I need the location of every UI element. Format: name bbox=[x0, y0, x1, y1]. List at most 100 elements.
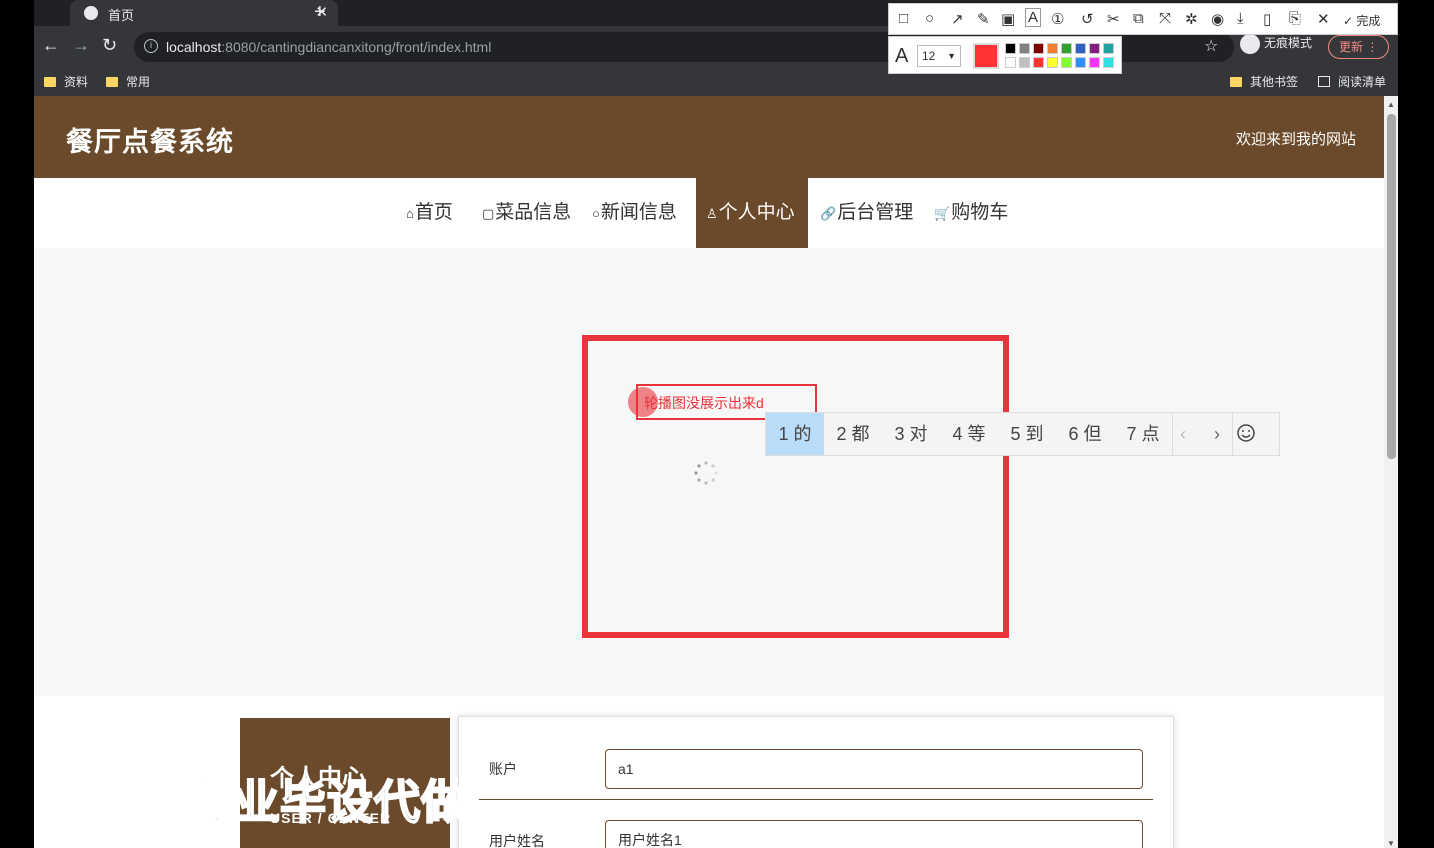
scissors-icon[interactable]: ✂ bbox=[1107, 10, 1120, 28]
record-icon[interactable]: ◉ bbox=[1211, 10, 1224, 28]
nav-label: 首页 bbox=[414, 202, 453, 223]
field-label-username: 用户姓名 bbox=[489, 833, 545, 848]
ime-candidate[interactable]: 7 点 bbox=[1114, 413, 1172, 455]
number-tool-icon[interactable]: ① bbox=[1051, 10, 1064, 28]
nav-cart[interactable]: 🛒购物车 bbox=[928, 178, 1014, 248]
divider bbox=[479, 799, 1153, 800]
color-swatch[interactable] bbox=[1019, 57, 1030, 68]
mosaic-tool-icon[interactable]: ▣ bbox=[1001, 10, 1015, 28]
color-swatch[interactable] bbox=[1047, 43, 1058, 54]
scroll-up-icon[interactable]: ▲ bbox=[1387, 100, 1395, 109]
color-swatch[interactable] bbox=[1061, 43, 1072, 54]
nav-label: 菜品信息 bbox=[495, 202, 572, 223]
personal-center-section: 个人中心 USER / CENTER 账户 a1 用户姓名 用户姓名1 专业毕设… bbox=[34, 696, 1384, 848]
ime-candidate[interactable]: 1 的 bbox=[766, 413, 824, 455]
cancel-icon[interactable]: ✕ bbox=[1317, 10, 1330, 28]
scroll-down-icon[interactable]: ▼ bbox=[1387, 839, 1395, 848]
browser-tab[interactable]: 首页 ✕ bbox=[70, 0, 338, 26]
pen-tool-icon[interactable]: ✎ bbox=[977, 10, 990, 28]
color-swatch[interactable] bbox=[1089, 57, 1100, 68]
nav-news[interactable]: ○新闻信息 bbox=[586, 178, 683, 248]
site-brand[interactable]: 餐厅点餐系统 bbox=[66, 120, 234, 159]
ellipse-tool-icon[interactable]: ○ bbox=[925, 10, 934, 27]
current-color-swatch[interactable] bbox=[973, 43, 999, 69]
username-input[interactable]: 用户姓名1 bbox=[605, 820, 1143, 848]
url-host: localhost bbox=[166, 39, 222, 55]
screen: 首页 ✕ + ← → ↻ i localhost:8080/cantingdia… bbox=[0, 0, 1434, 848]
save-bookmark-icon[interactable]: ⎘ bbox=[1289, 10, 1301, 27]
home-icon: ⌂ bbox=[406, 206, 414, 221]
color-swatch[interactable] bbox=[1033, 43, 1044, 54]
undo-icon[interactable]: ↺ bbox=[1081, 10, 1094, 28]
color-swatch[interactable] bbox=[1089, 43, 1100, 54]
color-swatch[interactable] bbox=[1019, 43, 1030, 54]
chevron-left-icon[interactable]: ‹ bbox=[1180, 413, 1186, 455]
incognito-indicator[interactable]: 无痕模式 bbox=[1240, 34, 1312, 54]
text-tool-icon[interactable]: A bbox=[1025, 8, 1042, 27]
url-text: localhost:8080/cantingdiancanxitong/fron… bbox=[166, 39, 491, 55]
bookmark-folder[interactable]: 资料 bbox=[44, 73, 88, 90]
ime-candidate[interactable]: 6 但 bbox=[1056, 413, 1114, 455]
ime-candidate[interactable]: 5 到 bbox=[998, 413, 1056, 455]
reload-icon[interactable]: ↻ bbox=[102, 35, 117, 56]
nav-personal-center[interactable]: ♙个人中心 bbox=[696, 178, 808, 248]
nav-home[interactable]: ⌂首页 bbox=[400, 178, 459, 248]
user-icon: ♙ bbox=[706, 206, 718, 221]
bookmark-star-icon[interactable]: ☆ bbox=[1204, 36, 1218, 56]
color-swatch[interactable] bbox=[1075, 57, 1086, 68]
bookmark-label: 常用 bbox=[126, 75, 151, 89]
bookmark-folder[interactable]: 常用 bbox=[106, 73, 150, 90]
nav-dishes[interactable]: ▢菜品信息 bbox=[476, 178, 577, 248]
ocr-icon[interactable]: ⧉ bbox=[1133, 10, 1144, 27]
ime-candidate[interactable]: 3 对 bbox=[882, 413, 940, 455]
account-input[interactable]: a1 bbox=[605, 749, 1143, 789]
annotation-rectangle[interactable] bbox=[582, 335, 1009, 638]
ime-candidate[interactable]: 4 等 bbox=[940, 413, 998, 455]
download-icon[interactable]: ⤓ bbox=[1237, 10, 1244, 27]
globe-icon bbox=[84, 6, 98, 20]
back-icon[interactable]: ← bbox=[42, 35, 60, 56]
web-page: 餐厅点餐系统 欢迎来到我的网站 ⌂首页 ▢菜品信息 ○新闻信息 ♙个人中心 🔗后… bbox=[34, 96, 1384, 848]
bookmark-label: 其他书签 bbox=[1250, 75, 1299, 89]
new-tab-icon[interactable]: + bbox=[314, 1, 326, 24]
scrollbar-thumb[interactable] bbox=[1387, 114, 1396, 459]
reading-list[interactable]: 阅读清单 bbox=[1318, 73, 1386, 90]
rectangle-tool-icon[interactable]: □ bbox=[899, 10, 908, 27]
arrow-tool-icon[interactable]: ↗ bbox=[951, 10, 964, 28]
bookmark-label: 资料 bbox=[64, 75, 89, 89]
main-nav: ⌂首页 ▢菜品信息 ○新闻信息 ♙个人中心 🔗后台管理 🛒购物车 bbox=[34, 178, 1384, 248]
reading-list-icon bbox=[1318, 76, 1330, 87]
other-bookmarks[interactable]: 其他书签 bbox=[1230, 73, 1298, 90]
folder-icon bbox=[1230, 77, 1242, 87]
tab-title: 首页 bbox=[108, 8, 135, 23]
phone-icon[interactable]: ▯ bbox=[1263, 10, 1271, 28]
color-swatch[interactable] bbox=[1103, 43, 1114, 54]
link-icon: 🔗 bbox=[820, 206, 837, 221]
page-scrollbar[interactable]: ▲ ▼ bbox=[1384, 96, 1398, 848]
chevron-right-icon[interactable]: › bbox=[1214, 413, 1220, 455]
pin-icon[interactable]: ✲ bbox=[1185, 10, 1198, 28]
nav-label: 后台管理 bbox=[837, 202, 914, 223]
color-swatch[interactable] bbox=[1103, 57, 1114, 68]
font-size-select[interactable]: 12 ▼ bbox=[917, 45, 961, 67]
ime-candidate[interactable]: 2 都 bbox=[824, 413, 882, 455]
color-swatch[interactable] bbox=[1075, 43, 1086, 54]
color-swatch[interactable] bbox=[1005, 43, 1016, 54]
update-button[interactable]: 更新 ⋮ bbox=[1328, 35, 1390, 59]
info-icon[interactable]: i bbox=[144, 39, 158, 53]
emoji-icon[interactable] bbox=[1236, 423, 1256, 443]
font-size-value: 12 bbox=[922, 49, 936, 63]
site-header: 餐厅点餐系统 欢迎来到我的网站 bbox=[34, 96, 1384, 178]
update-label: 更新 bbox=[1339, 40, 1364, 54]
nav-label: 个人中心 bbox=[718, 202, 795, 223]
long-screenshot-icon[interactable]: ⤧ bbox=[1159, 10, 1171, 27]
color-swatch[interactable] bbox=[1005, 57, 1016, 68]
nav-admin[interactable]: 🔗后台管理 bbox=[814, 178, 919, 248]
color-swatch[interactable] bbox=[1047, 57, 1058, 68]
done-button[interactable]: ✓ 完成 bbox=[1343, 12, 1380, 29]
cart-icon: 🛒 bbox=[934, 206, 951, 221]
ime-separator bbox=[1172, 413, 1173, 455]
forward-icon[interactable]: → bbox=[72, 35, 90, 56]
color-swatch[interactable] bbox=[1033, 57, 1044, 68]
color-swatch[interactable] bbox=[1061, 57, 1072, 68]
